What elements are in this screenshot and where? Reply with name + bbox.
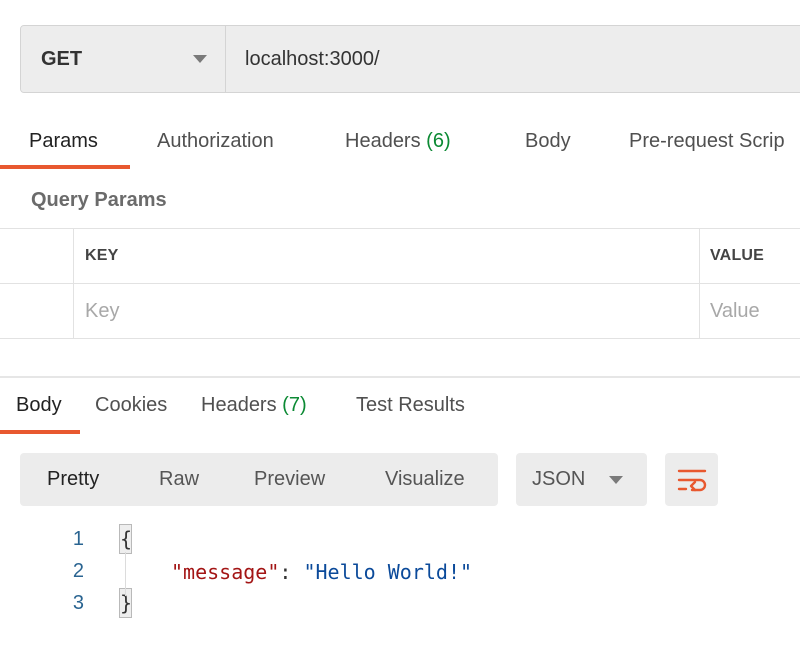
tab-pre-request-script[interactable]: Pre-request Scrip [629, 130, 785, 153]
active-tab-indicator [0, 165, 130, 169]
wrap-lines-button[interactable] [665, 453, 718, 506]
tab-headers[interactable]: Headers (6) [345, 130, 451, 153]
tab-label: Body [16, 394, 62, 416]
tab-body[interactable]: Body [525, 130, 571, 153]
query-params-table: KEY VALUE Key Value [0, 228, 800, 339]
chevron-down-icon [193, 55, 207, 63]
table-row: Key Value [0, 284, 800, 339]
tab-label: Headers [201, 394, 277, 416]
key-input[interactable]: Key [74, 284, 700, 339]
pane-divider[interactable] [0, 376, 800, 378]
value-placeholder: Value [710, 300, 760, 322]
active-tab-indicator [0, 430, 80, 434]
wrap-lines-icon [677, 469, 706, 491]
column-header-key: KEY [74, 229, 700, 283]
query-params-title: Query Params [31, 189, 167, 211]
column-header-label: VALUE [710, 247, 765, 264]
response-tab-cookies[interactable]: Cookies [95, 394, 167, 417]
json-key: "message" [171, 560, 280, 584]
table-header-row: KEY VALUE [0, 229, 800, 284]
response-tab-body[interactable]: Body [16, 394, 62, 417]
row-checkbox-cell [0, 284, 74, 339]
json-string-value: "Hello World!" [303, 560, 473, 584]
json-colon: : [279, 560, 304, 584]
table-checkbox-column [0, 229, 74, 283]
tab-label: Cookies [95, 394, 168, 416]
request-tabs: Params Authorization Headers (6) Body Pr… [0, 120, 800, 170]
column-header-value: VALUE [700, 229, 800, 283]
key-placeholder: Key [85, 300, 120, 322]
chevron-down-icon [609, 475, 623, 484]
tab-label: Pre-request Scrip [629, 130, 785, 152]
tab-count-badge: (7) [282, 394, 307, 416]
open-brace: { [119, 524, 132, 554]
format-select[interactable]: JSON [516, 453, 647, 506]
column-header-label: KEY [85, 247, 119, 264]
line-number: 2 [72, 560, 84, 582]
view-mode-visualize[interactable]: Visualize [385, 453, 465, 506]
code-line: 3 } [0, 588, 800, 624]
response-tab-headers[interactable]: Headers (7) [201, 394, 307, 417]
tab-label: Headers [345, 130, 421, 152]
tab-params[interactable]: Params [29, 130, 98, 153]
tab-authorization[interactable]: Authorization [157, 130, 274, 153]
tab-label: Params [29, 130, 98, 152]
tab-count-badge: (6) [426, 130, 451, 152]
view-mode-preview[interactable]: Preview [254, 453, 325, 506]
tab-label: Authorization [157, 130, 274, 152]
value-input[interactable]: Value [700, 284, 800, 339]
view-mode-pretty[interactable]: Pretty [47, 453, 99, 506]
request-bar: GET localhost:3000/ [20, 25, 800, 93]
response-tab-test-results[interactable]: Test Results [356, 394, 465, 417]
url-input[interactable]: localhost:3000/ [226, 26, 800, 92]
method-label: GET [41, 47, 83, 70]
json-entry: "message": "Hello World!" [171, 560, 472, 584]
line-number: 1 [72, 528, 84, 550]
format-label: JSON [532, 468, 586, 490]
tab-label: Body [525, 130, 571, 152]
view-mode-raw[interactable]: Raw [159, 453, 199, 506]
view-mode-group: Pretty Raw Preview Visualize [20, 453, 498, 506]
line-number: 3 [72, 592, 84, 614]
indent-guide [125, 552, 126, 596]
method-select[interactable]: GET [21, 26, 226, 92]
code-line: 1 { [0, 524, 800, 560]
tab-label: Test Results [356, 394, 465, 416]
